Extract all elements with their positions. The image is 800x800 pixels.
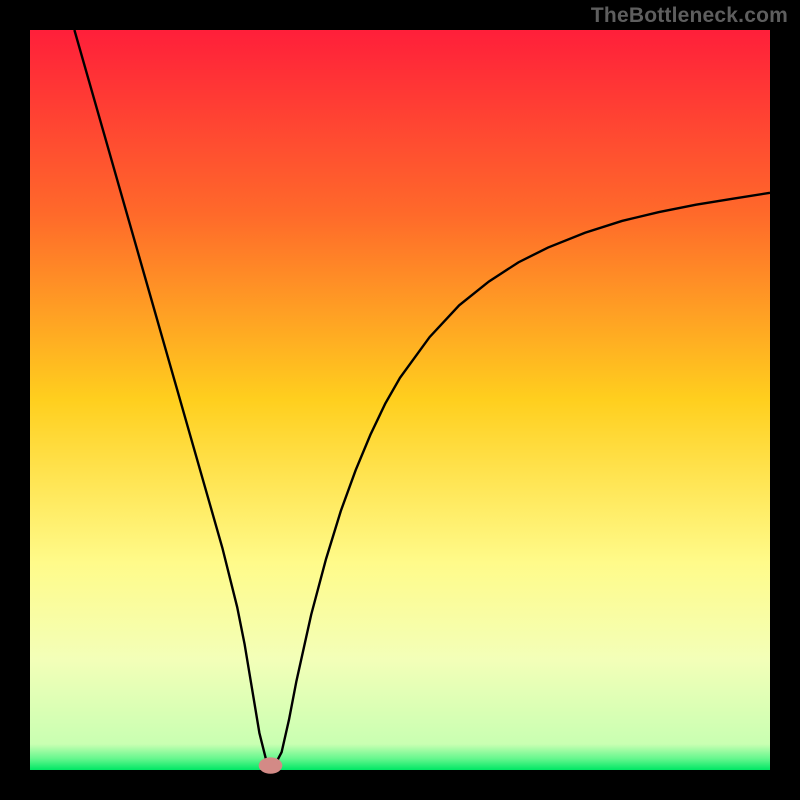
chart-stage: TheBottleneck.com: [0, 0, 800, 800]
watermark-text: TheBottleneck.com: [591, 4, 788, 28]
optimal-marker: [259, 757, 283, 773]
plot-background: [30, 30, 770, 770]
bottleneck-chart: [0, 0, 800, 800]
